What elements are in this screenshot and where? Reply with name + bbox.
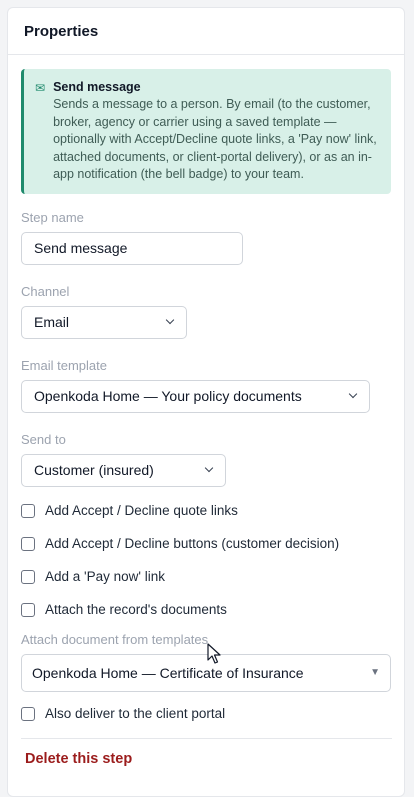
- send-to-value: Customer (insured): [34, 462, 154, 478]
- pay-now-checkbox[interactable]: [21, 569, 35, 584]
- decision-buttons-label: Add Accept / Decline buttons (customer d…: [45, 536, 340, 551]
- option-pay-now[interactable]: Add a 'Pay now' link: [21, 567, 392, 587]
- option-quote-links[interactable]: Add Accept / Decline quote links: [21, 501, 392, 521]
- caret-down-icon: ▼: [370, 667, 380, 678]
- properties-panel: Properties ✉ Send message Sends a messag…: [7, 7, 405, 797]
- pay-now-label: Add a 'Pay now' link: [45, 569, 165, 584]
- option-attach-documents[interactable]: Attach the record's documents: [21, 600, 392, 620]
- attach-doc-select[interactable]: Openkoda Home — Certificate of Insurance…: [21, 653, 391, 692]
- panel-title: Properties: [8, 8, 404, 55]
- channel-select[interactable]: Email: [21, 305, 187, 339]
- client-portal-checkbox[interactable]: [21, 706, 35, 721]
- channel-value: Email: [34, 314, 70, 330]
- chevron-down-icon: [349, 392, 357, 400]
- delete-step-button[interactable]: Delete this step: [21, 751, 392, 767]
- chevron-down-icon: [166, 318, 174, 326]
- quote-links-checkbox[interactable]: [21, 503, 35, 518]
- mouse-cursor-icon: [207, 643, 221, 664]
- channel-label: Channel: [21, 283, 70, 299]
- attach-documents-checkbox[interactable]: [21, 602, 35, 617]
- send-to-select[interactable]: Customer (insured): [21, 453, 226, 487]
- step-name-input[interactable]: Send message: [21, 231, 243, 265]
- decision-buttons-checkbox[interactable]: [21, 536, 35, 551]
- email-template-select[interactable]: Openkoda Home — Your policy documents: [21, 379, 370, 413]
- option-decision-buttons[interactable]: Add Accept / Decline buttons (customer d…: [21, 534, 392, 554]
- step-name-label: Step name: [21, 209, 84, 225]
- info-title: Send message: [53, 80, 141, 94]
- envelope-icon: ✉: [35, 81, 46, 95]
- email-template-value: Openkoda Home — Your policy documents: [34, 388, 302, 404]
- email-template-label: Email template: [21, 357, 107, 373]
- option-client-portal[interactable]: Also deliver to the client portal: [21, 704, 392, 724]
- info-body: Send message Sends a message to a person…: [53, 79, 379, 184]
- send-to-label: Send to: [21, 431, 66, 447]
- info-description: Sends a message to a person. By email (t…: [53, 97, 377, 181]
- quote-links-label: Add Accept / Decline quote links: [45, 503, 238, 518]
- chevron-down-icon: [205, 466, 213, 474]
- step-name-value: Send message: [34, 240, 128, 256]
- client-portal-label: Also deliver to the client portal: [45, 706, 226, 721]
- attach-documents-label: Attach the record's documents: [45, 602, 227, 617]
- attach-doc-value: Openkoda Home — Certificate of Insurance: [32, 664, 304, 681]
- step-info-box: ✉ Send message Sends a message to a pers…: [21, 69, 391, 194]
